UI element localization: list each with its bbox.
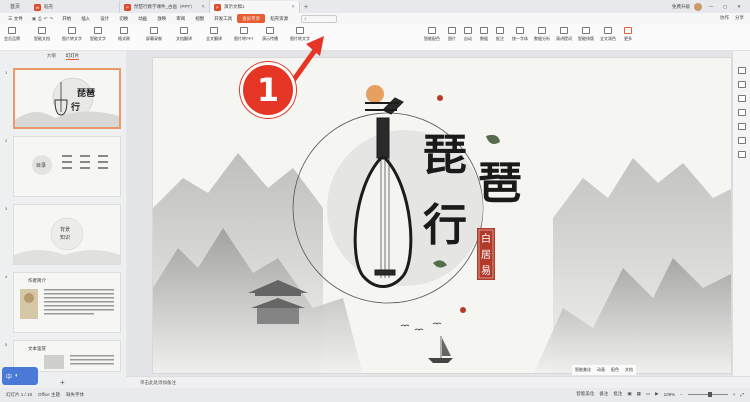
annotation-marker: 1 [240, 62, 296, 118]
annotation-overlay [287, 36, 324, 87]
